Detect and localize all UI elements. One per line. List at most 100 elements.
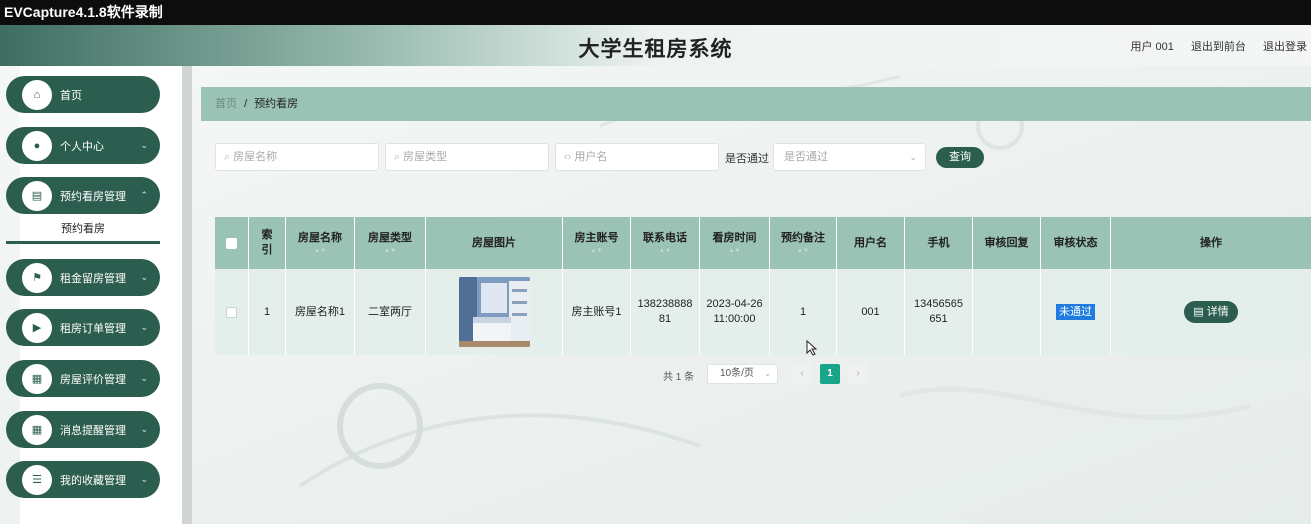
breadcrumb-current: 预约看房 — [254, 98, 299, 110]
header-label: 审核回复 — [984, 236, 1029, 249]
chevron-down-icon: ⌄ — [140, 424, 148, 434]
breadcrumb-separator: / — [244, 98, 248, 110]
sort-icon: ▲▼ — [590, 248, 603, 255]
sidebar-subitem-viewing[interactable]: 预约看房 — [6, 216, 160, 244]
user-icon: ● — [22, 130, 52, 161]
sidebar: ⌂ 首页 ● 个人中心 ⌄ ▤ 预约看房管理 ⌃ 预约看房 ⚑ 租金留房管理 ⌄… — [0, 66, 192, 524]
breadcrumb: 首页 / 预约看房 — [201, 87, 1311, 121]
sidebar-item-home[interactable]: ⌂ 首页 — [6, 76, 160, 113]
page-1-button[interactable]: 1 — [820, 364, 840, 384]
mouse-cursor-icon — [806, 340, 818, 356]
logout-link[interactable]: 退出登录 — [1263, 41, 1307, 53]
sidebar-item-rental-orders[interactable]: ▶ 租房订单管理 ⌄ — [6, 309, 160, 346]
sidebar-item-label: 消息提醒管理 — [60, 424, 126, 437]
goto-front-link[interactable]: 退出到前台 — [1191, 41, 1246, 53]
header-label: 房屋名称 — [298, 231, 342, 244]
current-user-link[interactable]: 用户 001 — [1130, 41, 1173, 53]
pagination-total: 共 1 条 — [663, 372, 695, 383]
col-house-image[interactable]: 房屋图片 — [426, 217, 563, 269]
sidebar-item-deposit[interactable]: ⚑ 租金留房管理 ⌄ — [6, 259, 160, 296]
col-phone[interactable]: 联系电话 ▲▼ — [631, 217, 700, 269]
sidebar-item-label: 我的收藏管理 — [60, 474, 126, 487]
sidebar-scrollbar[interactable] — [182, 66, 192, 524]
app-header: 大学生租房系统 用户 001 退出到前台 退出登录 — [0, 25, 1311, 66]
document-icon: ▤ — [1193, 305, 1204, 318]
sort-icon: ▲▼ — [797, 248, 809, 255]
house-photo[interactable] — [458, 277, 530, 347]
search-icon: ⌕ — [394, 151, 401, 163]
col-username[interactable]: 用户名 — [837, 217, 905, 269]
col-mobile[interactable]: 手机 — [905, 217, 973, 269]
username-placeholder: 用户名 — [574, 151, 608, 163]
col-owner-account[interactable]: 房主账号 ▲▼ — [563, 217, 631, 269]
chevron-down-icon: ⌄ — [140, 373, 148, 383]
col-house-name[interactable]: 房屋名称 ▲▼ — [286, 217, 355, 269]
cell-remark: 1 — [770, 269, 837, 355]
cell-reply — [973, 269, 1041, 355]
sort-icon: ▲▼ — [314, 248, 326, 255]
breadcrumb-home[interactable]: 首页 — [215, 98, 237, 110]
approved-select[interactable]: 是否通过 ⌄ — [773, 143, 926, 171]
header-label: 房屋图片 — [472, 236, 516, 249]
cell-house-name: 房屋名称1 — [286, 269, 355, 355]
col-status[interactable]: 审核状态 — [1041, 217, 1111, 269]
sidebar-item-label: 预约看房管理 — [60, 190, 126, 203]
cell-mobile: 13456565651 — [905, 269, 973, 355]
header-label: 看房时间 — [712, 231, 757, 244]
header-label: 房屋类型 — [368, 231, 412, 244]
house-type-placeholder: 房屋类型 — [403, 151, 448, 163]
col-house-type[interactable]: 房屋类型 ▲▼ — [355, 217, 426, 269]
cell-index: 1 — [249, 269, 286, 355]
select-all-checkbox[interactable] — [226, 237, 237, 249]
cell-status: 未通过 — [1041, 269, 1111, 355]
next-page-button[interactable]: › — [848, 364, 868, 384]
clipboard-icon: ▤ — [22, 180, 52, 211]
chevron-down-icon: ⌄ — [140, 322, 148, 332]
sidebar-item-personal-center[interactable]: ● 个人中心 ⌄ — [6, 127, 160, 164]
header-links: 用户 001 退出到前台 退出登录 — [1116, 38, 1307, 54]
house-type-input[interactable]: ⌕ 房屋类型 — [385, 143, 549, 171]
status-badge: 未通过 — [1056, 303, 1095, 321]
page-size-value: 10条/页 — [720, 368, 754, 379]
table-header: 索引 房屋名称 ▲▼ 房屋类型 ▲▼ 房屋图片 房主账号 ▲▼ 联系电话 ▲▼ 看房时间… — [215, 217, 1311, 269]
sidebar-item-notifications[interactable]: ▦ 消息提醒管理 ⌄ — [6, 411, 160, 448]
chevron-down-icon: ⌄ — [140, 474, 148, 484]
bedroom-image — [458, 277, 530, 347]
flag-icon: ⚑ — [22, 262, 52, 293]
header-label: 索引 — [261, 229, 273, 256]
sidebar-item-label: 首页 — [60, 89, 82, 102]
query-button[interactable]: 查询 — [936, 147, 984, 168]
row-select-cell — [215, 269, 249, 355]
cell-house-image — [426, 269, 563, 355]
sort-icon: ▲▼ — [384, 248, 396, 255]
approved-placeholder: 是否通过 — [784, 151, 828, 163]
sidebar-item-viewing-appointments[interactable]: ▤ 预约看房管理 ⌃ — [6, 177, 160, 214]
house-name-input[interactable]: ⌕ 房屋名称 — [215, 143, 379, 171]
header-label: 手机 — [927, 236, 950, 249]
col-reply[interactable]: 审核回复 — [973, 217, 1041, 269]
code-icon: ‹› — [564, 151, 572, 163]
chevron-down-icon: ⌄ — [909, 152, 917, 162]
chevron-down-icon: ⌄ — [764, 369, 771, 378]
cell-view-time: 2023-04-26 11:00:00 — [700, 269, 770, 355]
username-input[interactable]: ‹› 用户名 — [555, 143, 719, 171]
sidebar-item-favorites[interactable]: ☰ 我的收藏管理 ⌄ — [6, 461, 160, 498]
col-view-time[interactable]: 看房时间 ▲▼ — [700, 217, 770, 269]
header-label: 审核状态 — [1053, 236, 1098, 249]
chevron-down-icon: ⌄ — [140, 272, 148, 282]
chevron-up-icon: ⌃ — [140, 190, 148, 200]
video-icon: ▶ — [22, 312, 52, 343]
capture-title: EVCapture4.1.8软件录制 — [4, 4, 163, 20]
sort-icon: ▲▼ — [659, 248, 671, 255]
detail-button[interactable]: ▤ 详情 — [1184, 301, 1238, 323]
prev-page-button[interactable]: ‹ — [792, 364, 812, 384]
header-label: 预约备注 — [781, 231, 825, 244]
cell-owner-account: 房主账号1 — [563, 269, 631, 355]
col-index[interactable]: 索引 — [249, 217, 286, 269]
cell-username: 001 — [837, 269, 905, 355]
page-size-select[interactable]: 10条/页 ⌄ — [707, 364, 778, 384]
col-remark[interactable]: 预约备注 ▲▼ — [770, 217, 837, 269]
sidebar-item-house-reviews[interactable]: ▦ 房屋评价管理 ⌄ — [6, 360, 160, 397]
grid-icon: ▦ — [22, 414, 52, 445]
row-checkbox[interactable] — [226, 306, 237, 318]
